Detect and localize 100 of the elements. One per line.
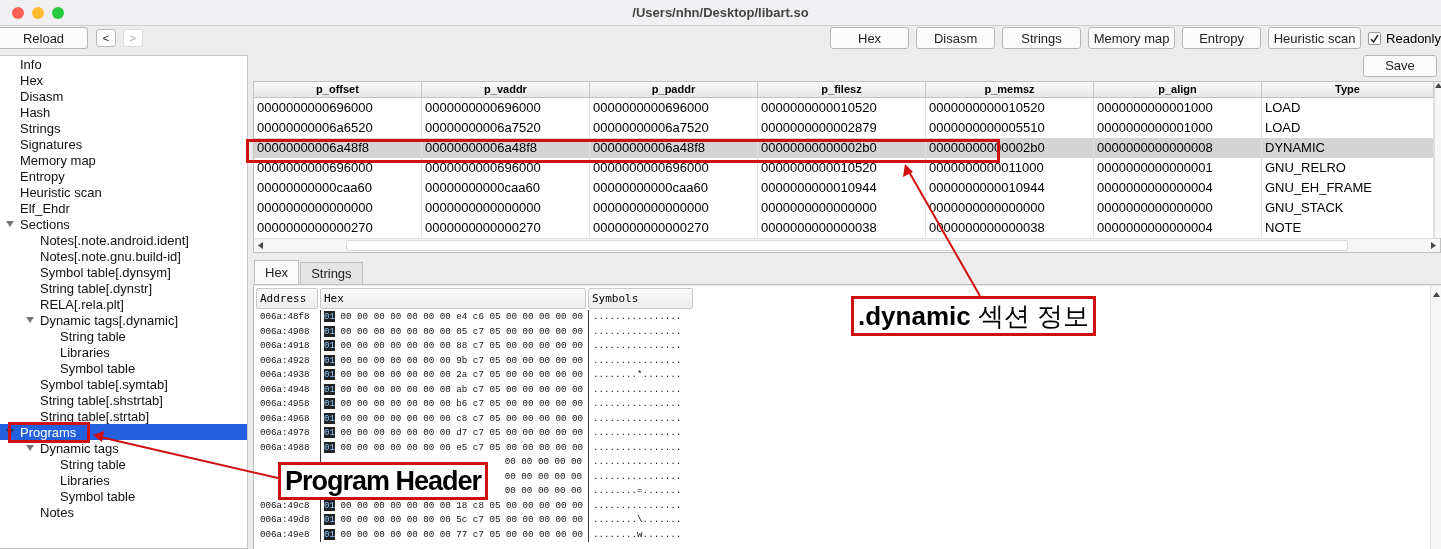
hex-symbols: ........\.......	[593, 514, 682, 527]
hex-symbols: ........*.......	[593, 369, 682, 382]
hex-symbols: ................	[593, 412, 682, 425]
tree-item[interactable]: Entropy	[0, 168, 247, 184]
hex-symbols: ........=.......	[593, 485, 682, 498]
tree-item[interactable]: Libraries	[0, 344, 247, 360]
column-header[interactable]: p_paddr	[590, 82, 758, 97]
toolbar-button[interactable]: Heuristic scan	[1268, 27, 1362, 49]
hex-symbols: ........w.......	[593, 528, 682, 541]
tree-item[interactable]: Libraries	[0, 472, 247, 488]
tab[interactable]: Hex	[254, 260, 300, 284]
column-header[interactable]: p_align	[1094, 82, 1262, 97]
hex-symbols: ................	[593, 383, 682, 396]
expand-caret-icon[interactable]	[26, 317, 34, 323]
checkbox-label: Readonly	[1386, 30, 1441, 46]
hex-symbols: ................	[593, 340, 682, 353]
hex-bytes: 01 00 00 00 00 00 00 00 c8 c7 05 00 00 00 00 00	[324, 412, 584, 425]
tree-item[interactable]: Sections	[0, 216, 247, 232]
hex-symbols: ................	[593, 499, 682, 512]
hex-address: 006a:4968	[260, 412, 310, 425]
hex-bytes: 01 00 00 00 00 00 00 00 b6 c7 05 00 00 00 00 00	[324, 398, 584, 411]
hex-bytes: 01 00 00 00 00 00 00 00 9b c7 05 00 00 00 00 00	[324, 354, 584, 367]
table-row[interactable]: 0000000000000000 0000000000000000 0000000000000000 0000000000000000 0000000000000000 0000000000000000 GNU_STACK	[254, 198, 1434, 218]
tree-item[interactable]: Hex	[0, 72, 247, 88]
column-header[interactable]: p_vaddr	[422, 82, 590, 97]
tree-item[interactable]: Programs	[0, 424, 247, 440]
table-row[interactable]: 0000000000696000 0000000000696000 0000000000696000 0000000000010520 0000000000010520 0000000000001000 LOAD	[254, 98, 1434, 118]
hex-symbols: ................	[593, 325, 682, 338]
save-button[interactable]: Save	[1363, 54, 1437, 77]
back-button[interactable]: <	[96, 29, 116, 47]
tree-item[interactable]: Strings	[0, 120, 247, 136]
toolbar-button[interactable]: Hex	[830, 27, 910, 49]
tree-item[interactable]: Notes	[0, 504, 247, 520]
hex-bytes: 00 00 00 00 00	[504, 470, 582, 483]
hex-address: 006a:4918	[260, 340, 310, 353]
hex-bytes: 01 00 00 00 00 00 00 00 77 c7 05 00 00 00 00 00	[324, 528, 584, 541]
tree-item[interactable]: Heuristic scan	[0, 184, 247, 200]
tree-item[interactable]: Dynamic tags	[0, 440, 247, 456]
toolbar-button[interactable]: Disasm	[916, 27, 996, 49]
tree-item[interactable]: Info	[0, 56, 247, 72]
tree-item[interactable]: String table[.strtab]	[0, 408, 247, 424]
hex-bytes: 01 00 00 00 00 00 00 00 d7 c7 05 00 00 00 00 00	[324, 427, 584, 440]
tree-item[interactable]: String table[.dynstr]	[0, 280, 247, 296]
table-row[interactable]: 00000000000caa60 00000000000caa60 00000000000caa60 0000000000010944 0000000000010944 0000000000000004 GNU_EH_FRAME	[254, 178, 1434, 198]
hex-bytes: 00 00 00 00 00	[504, 456, 582, 469]
column-header[interactable]: Hex	[320, 288, 586, 309]
tree-item[interactable]: Signatures	[0, 136, 247, 152]
hex-bytes: 01 00 00 00 00 00 00 00 ab c7 05 00 00 00 00 00	[324, 383, 584, 396]
toolbar-button[interactable]: Strings	[1002, 27, 1082, 49]
reload-button[interactable]: Reload	[0, 27, 88, 49]
vertical-scrollbar[interactable]	[1430, 286, 1441, 549]
expand-caret-icon[interactable]	[6, 429, 14, 435]
column-header[interactable]: p_filesz	[758, 82, 926, 97]
tree-item[interactable]: String table[.shstrtab]	[0, 392, 247, 408]
scroll-up-icon[interactable]	[1432, 291, 1440, 298]
close-button[interactable]	[12, 6, 24, 19]
hex-symbols: ................	[593, 354, 682, 367]
tree-item[interactable]: Symbol table[.dynsym]	[0, 264, 247, 280]
hex-address: 006a:4978	[260, 427, 310, 440]
table-row[interactable]: 00000000006a6520 00000000006a7520 00000000006a7520 0000000000002879 0000000000005510 0000000000001000 LOAD	[254, 118, 1434, 138]
tree-item[interactable]: Dynamic tags[.dynamic]	[0, 312, 247, 328]
scroll-right-icon[interactable]	[1430, 242, 1437, 249]
hex-address: 006a:4988	[260, 441, 310, 454]
column-header[interactable]: Address	[256, 288, 318, 309]
tree-item[interactable]: Elf_Ehdr	[0, 200, 247, 216]
vertical-scrollbar[interactable]	[1434, 82, 1441, 238]
hex-symbols: ................	[593, 470, 682, 483]
toolbar-button[interactable]: Memory map	[1088, 27, 1176, 49]
tab[interactable]: Strings	[300, 262, 363, 284]
column-header[interactable]: p_offset	[254, 82, 422, 97]
column-header[interactable]: Symbols	[588, 288, 693, 309]
tree-item[interactable]: Symbol table	[0, 360, 247, 376]
tree-item[interactable]: Symbol table[.symtab]	[0, 376, 247, 392]
hex-symbols: ................	[593, 441, 682, 454]
callout-label: Program Header	[278, 462, 489, 500]
horizontal-scrollbar[interactable]	[254, 238, 1440, 252]
tree-item[interactable]: Disasm	[0, 88, 247, 104]
scroll-left-icon[interactable]	[257, 242, 264, 249]
hex-symbols: ................	[593, 398, 682, 411]
readonly-checkbox[interactable]	[1368, 31, 1382, 45]
hex-bytes: 01 00 00 00 00 00 00 00 05 c7 05 00 00 00 00 00	[324, 325, 584, 338]
tree-item[interactable]: Notes[.note.android.ident]	[0, 232, 247, 248]
hex-symbols: ................	[593, 311, 682, 324]
hex-symbols: ................	[593, 456, 682, 469]
toolbar-button[interactable]: Entropy	[1182, 27, 1262, 49]
hex-address: 006a:49d8	[260, 514, 310, 527]
tree-item[interactable]: String table	[0, 328, 247, 344]
hex-bytes: 01 00 00 00 00 00 00 00 e5 c7 05 00 00 00 00 00	[324, 441, 584, 454]
tree-item[interactable]: String table	[0, 456, 247, 472]
tree-item[interactable]: RELA[.rela.plt]	[0, 296, 247, 312]
hex-address: 006a:49c8	[260, 499, 310, 512]
hex-address: 006a:48f8	[260, 311, 310, 324]
expand-caret-icon[interactable]	[6, 221, 14, 227]
tree-item[interactable]: Notes[.note.gnu.build-id]	[0, 248, 247, 264]
expand-caret-icon[interactable]	[26, 445, 34, 451]
tree-item[interactable]: Symbol table	[0, 488, 247, 504]
hex-address: 006a:4928	[260, 354, 310, 367]
column-header[interactable]: p_memsz	[926, 82, 1094, 97]
tree-item[interactable]: Memory map	[0, 152, 247, 168]
tree-item[interactable]: Hash	[0, 104, 247, 120]
